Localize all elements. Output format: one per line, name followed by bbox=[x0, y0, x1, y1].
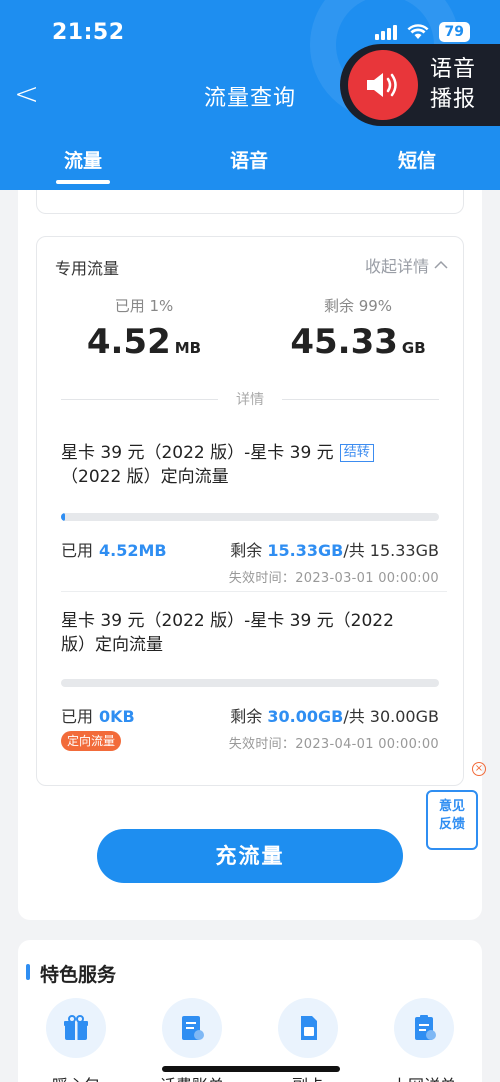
service-label: 话费账单 bbox=[152, 1072, 232, 1082]
directed-data-tag: 定向流量 bbox=[61, 731, 122, 751]
sim-card-icon[interactable] bbox=[278, 998, 338, 1058]
status-time: 21:52 bbox=[52, 20, 125, 45]
status-icons: 79 bbox=[374, 22, 470, 42]
used-stat: 已用 1% 4.52 MB bbox=[37, 295, 251, 362]
package-name: 星卡 39 元（2022 版）-星卡 39 元结转 （2022 版）定向流量 bbox=[61, 441, 439, 489]
card-title: 专用流量 bbox=[55, 259, 120, 278]
tab-voice[interactable]: 语音 bbox=[230, 146, 268, 173]
gift-icon[interactable] bbox=[46, 998, 106, 1058]
detail-list-icon[interactable] bbox=[394, 998, 454, 1058]
voice-broadcast-button[interactable]: 语音 播报 bbox=[340, 44, 500, 126]
battery-icon: 79 bbox=[438, 22, 470, 42]
dedicated-data-card: 专用流量 收起详情 已用 1% 4.52 MB 剩余 99% 45.33 GB 详情… bbox=[36, 236, 464, 786]
feedback-close-icon[interactable]: × bbox=[472, 762, 486, 776]
separator bbox=[61, 591, 447, 592]
expire-time: 失效时间：2023-04-01 00:00:00 bbox=[228, 737, 439, 752]
tab-sms[interactable]: 短信 bbox=[398, 146, 436, 173]
service-label: 上网详单 bbox=[384, 1072, 464, 1082]
services-title: 特色服务 bbox=[40, 964, 117, 986]
used-amount: 已用 4.52MB bbox=[61, 541, 167, 560]
section-marker bbox=[26, 964, 30, 980]
signal-icon bbox=[374, 24, 397, 40]
bill-icon[interactable] bbox=[162, 998, 222, 1058]
details-divider: 详情 bbox=[61, 389, 439, 409]
used-value: 4.52 bbox=[86, 322, 171, 362]
used-label: 已用 1% bbox=[114, 297, 174, 315]
collapse-details-button[interactable]: 收起详情 bbox=[365, 253, 449, 277]
remain-stat: 剩余 99% 45.33 GB bbox=[251, 295, 465, 362]
wifi-icon bbox=[407, 24, 429, 39]
speaker-icon bbox=[348, 50, 418, 120]
expire-time: 失效时间：2023-03-01 00:00:00 bbox=[228, 571, 439, 586]
tab-data[interactable]: 流量 bbox=[55, 146, 111, 184]
remain-value: 45.33 bbox=[290, 322, 398, 362]
details-label: 详情 bbox=[236, 392, 264, 408]
carryover-tag: 结转 bbox=[339, 444, 374, 462]
package-item: 星卡 39 元（2022 版）-星卡 39 元结转 （2022 版）定向流量 已… bbox=[61, 441, 439, 591]
usage-progress-bar bbox=[61, 513, 439, 521]
remain-amount: 剩余 30.00GB/共 30.00GB bbox=[230, 707, 439, 726]
voice-broadcast-label: 语音 播报 bbox=[430, 57, 477, 112]
tab-bar: 流量 语音 短信 bbox=[0, 146, 500, 186]
recharge-data-button[interactable]: 充流量 bbox=[97, 829, 403, 883]
used-amount: 已用 0KB bbox=[61, 707, 135, 726]
home-indicator bbox=[162, 1066, 340, 1072]
remain-unit: GB bbox=[401, 339, 426, 357]
usage-progress-fill bbox=[61, 513, 65, 521]
chevron-up-icon bbox=[434, 260, 448, 269]
service-label: 副卡 bbox=[268, 1072, 348, 1082]
package-item: 星卡 39 元（2022 版）-星卡 39 元（2022 版）定向流量 已用 0K… bbox=[61, 609, 439, 759]
feedback-button[interactable]: 意见 反馈 bbox=[426, 790, 478, 850]
service-label: 暖心包 bbox=[36, 1072, 116, 1082]
previous-card bbox=[36, 190, 464, 214]
remain-label: 剩余 99% bbox=[323, 297, 393, 315]
used-unit: MB bbox=[174, 339, 202, 357]
usage-progress-bar bbox=[61, 679, 439, 687]
remain-amount: 剩余 15.33GB/共 15.33GB bbox=[230, 541, 439, 560]
collapse-label: 收起详情 bbox=[364, 257, 429, 276]
package-name: 星卡 39 元（2022 版）-星卡 39 元（2022 版）定向流量 bbox=[61, 611, 394, 655]
